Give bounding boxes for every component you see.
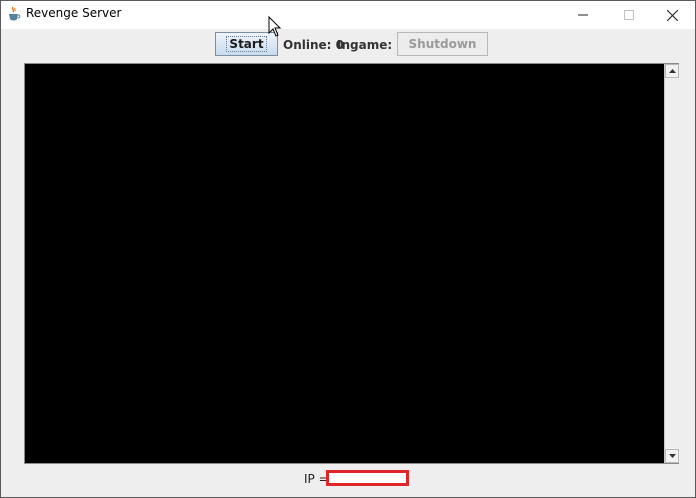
ip-redaction-box (326, 470, 409, 486)
vertical-scrollbar[interactable] (664, 64, 679, 463)
console-output[interactable] (25, 64, 663, 463)
close-icon (666, 9, 678, 21)
minimize-icon (578, 14, 588, 16)
minimize-button[interactable] (560, 1, 606, 29)
server-window: Revenge Server Start Online: 0 Ingame: 0… (0, 0, 696, 498)
ingame-count-label: Ingame: 0 (337, 38, 405, 52)
shutdown-button-label: Shutdown (408, 37, 477, 51)
close-button[interactable] (649, 1, 695, 29)
shutdown-button[interactable]: Shutdown (397, 32, 488, 56)
scroll-down-button[interactable] (665, 449, 679, 463)
console-scroll-pane (24, 63, 679, 464)
scroll-up-button[interactable] (665, 64, 679, 78)
arrow-up-icon (668, 69, 676, 73)
java-coffee-cup-icon (7, 6, 21, 22)
ip-label: IP = (304, 472, 329, 486)
online-count-label: Online: 0 (283, 38, 344, 52)
maximize-icon (624, 10, 634, 20)
arrow-down-icon (668, 454, 676, 458)
mouse-pointer-icon (268, 16, 282, 37)
start-button-label: Start (226, 36, 267, 52)
window-title: Revenge Server (26, 6, 122, 20)
maximize-button[interactable] (606, 1, 652, 29)
title-bar[interactable]: Revenge Server (1, 1, 695, 29)
